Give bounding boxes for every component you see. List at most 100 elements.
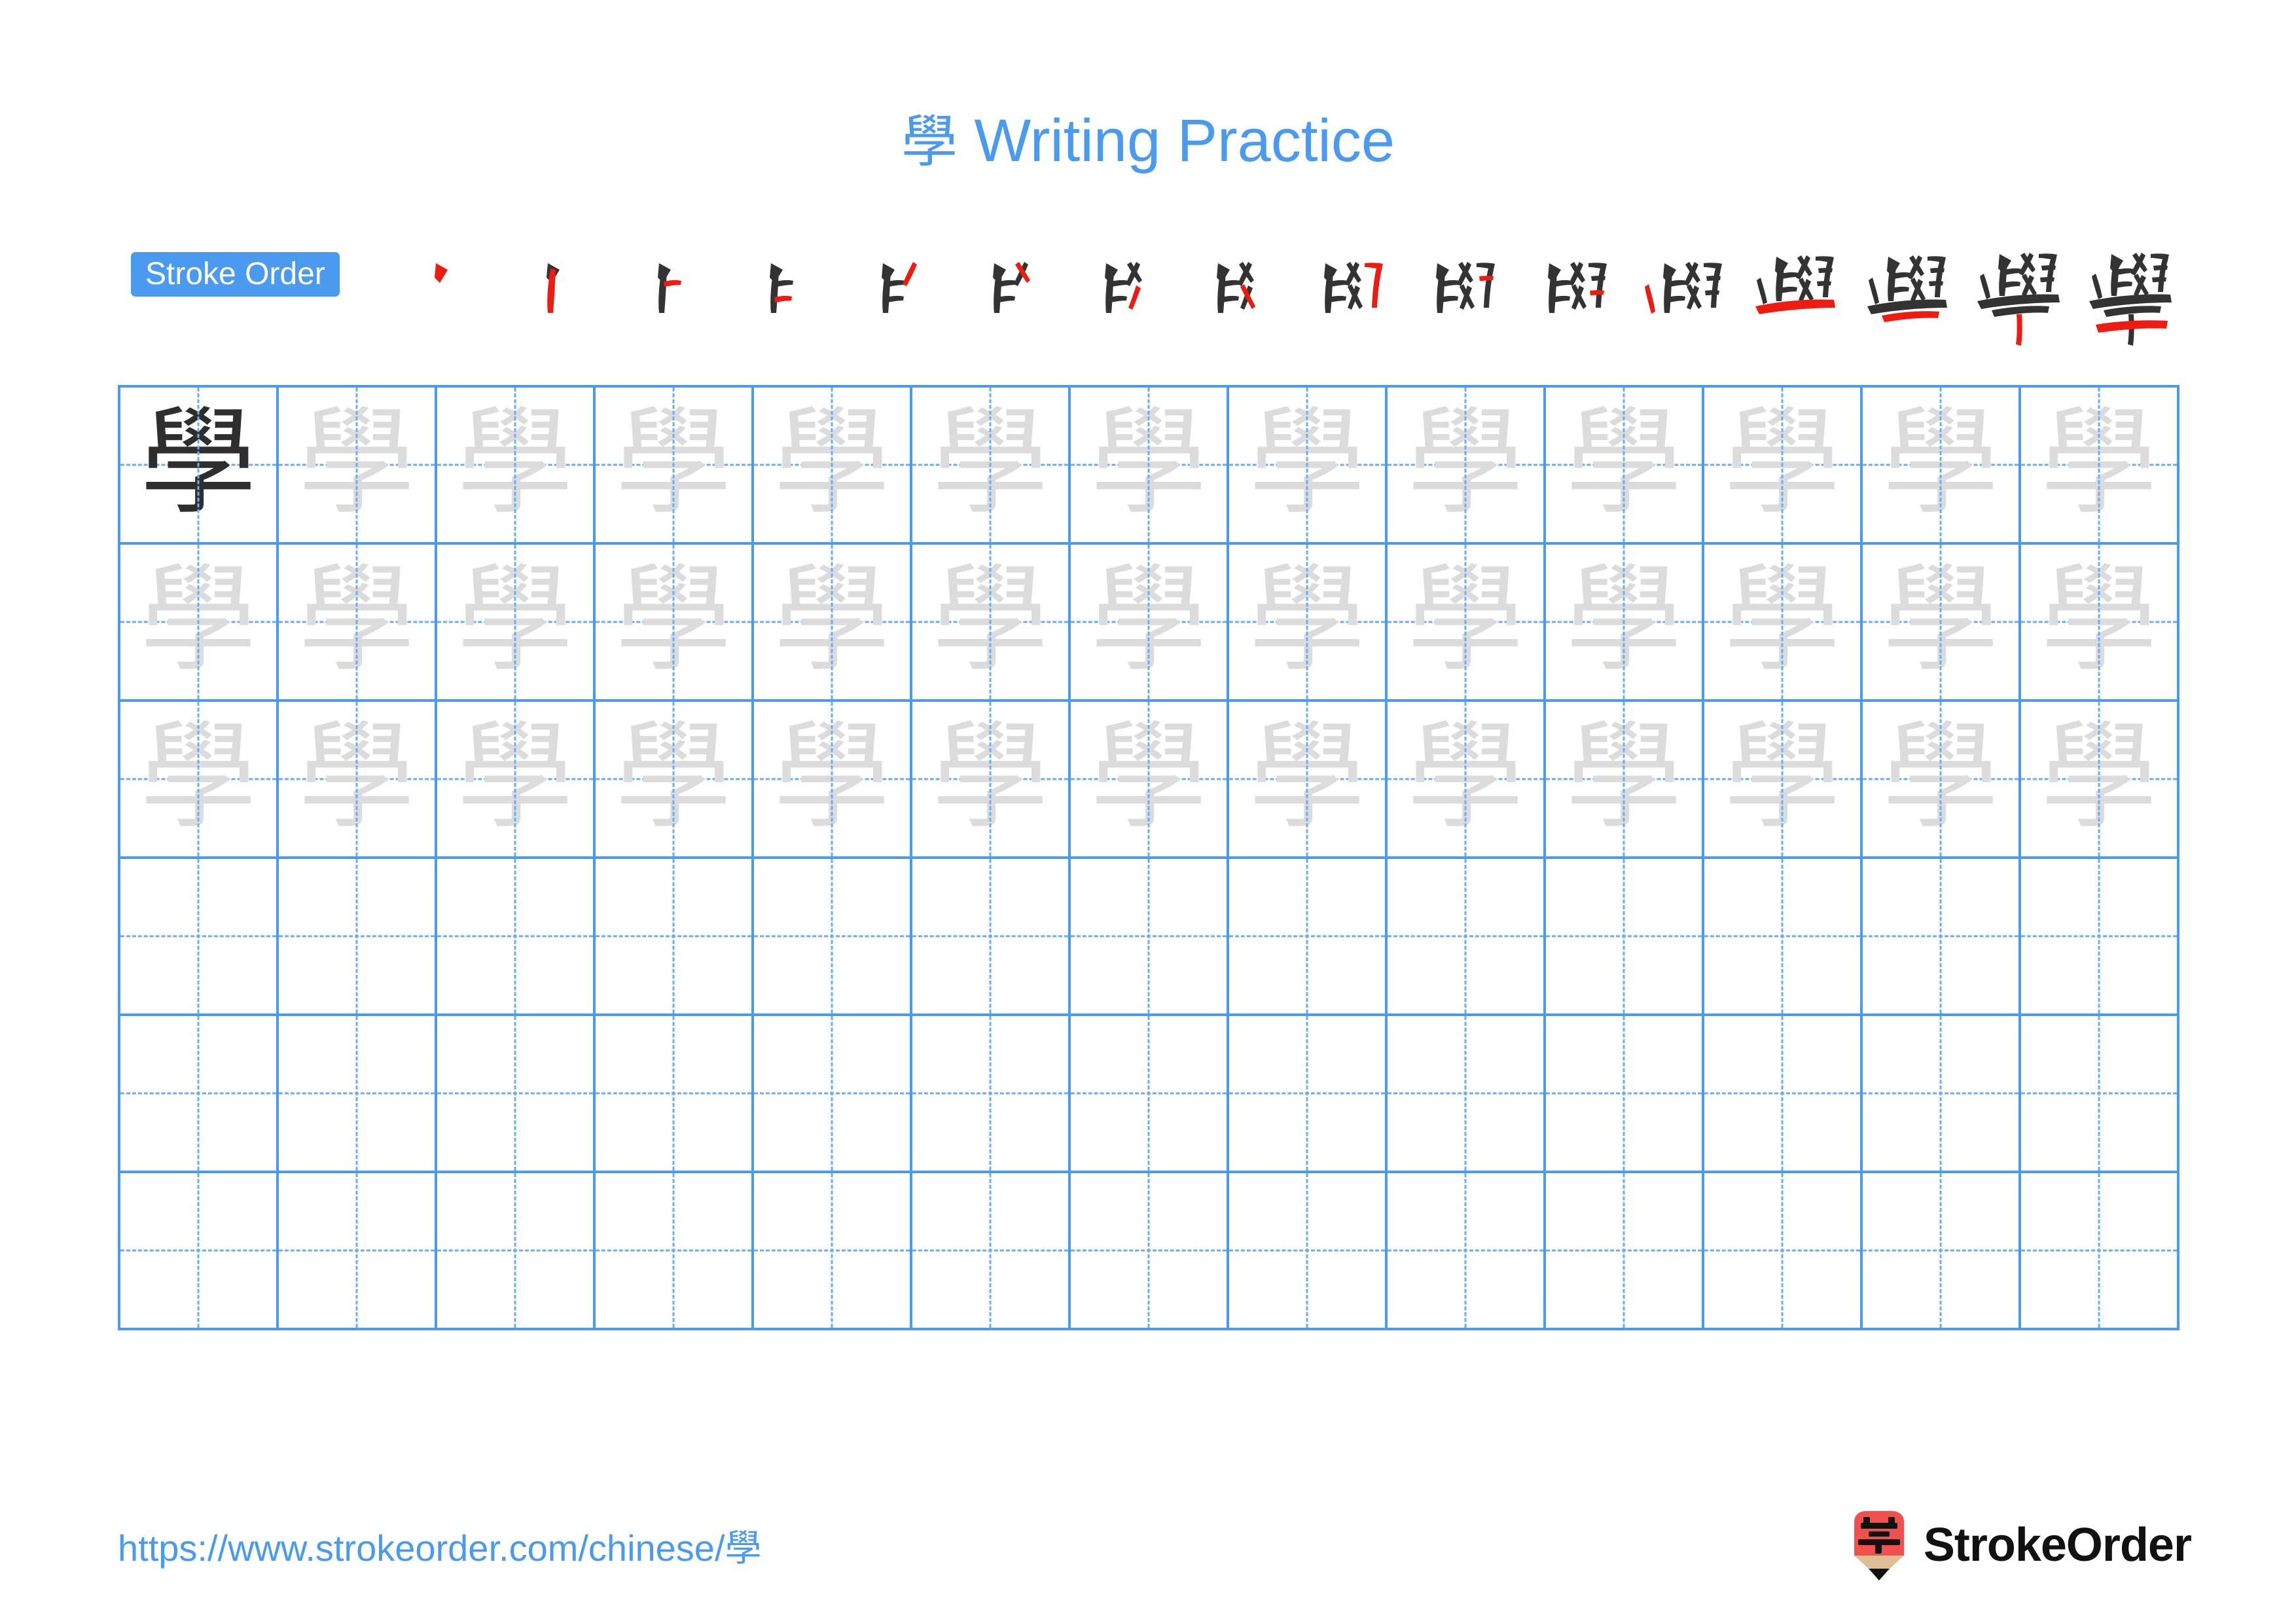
practice-cell[interactable] (1071, 1016, 1229, 1173)
practice-cell[interactable]: 學 (1388, 545, 1546, 702)
practice-cell[interactable]: 學 (1704, 702, 1863, 859)
trace-character: 學 (140, 552, 257, 687)
practice-cell[interactable]: 學 (279, 702, 437, 859)
practice-cell[interactable]: 學 (279, 388, 437, 545)
stroke-step-7 (1076, 229, 1174, 354)
practice-cell[interactable]: 學 (912, 702, 1071, 859)
practice-cell[interactable]: 學 (279, 545, 437, 702)
practice-cell[interactable] (1546, 1173, 1704, 1330)
trace-character: 學 (1724, 709, 1840, 845)
practice-cell[interactable] (1229, 1173, 1388, 1330)
practice-cell[interactable] (1388, 1016, 1546, 1173)
practice-cell[interactable] (279, 859, 437, 1016)
practice-cell[interactable] (279, 1016, 437, 1173)
practice-cell[interactable]: 學 (1704, 388, 1863, 545)
practice-cell[interactable]: 學 (2021, 545, 2179, 702)
trace-character: 學 (1090, 552, 1207, 687)
practice-cell[interactable]: 學 (2021, 702, 2179, 859)
practice-cell[interactable] (1863, 859, 2021, 1016)
practice-cell[interactable]: 學 (1071, 702, 1229, 859)
practice-cell[interactable]: 學 (120, 545, 279, 702)
practice-cell[interactable] (2021, 859, 2179, 1016)
stroke-step-5 (853, 229, 951, 354)
practice-cell[interactable]: 學 (1863, 702, 2021, 859)
practice-cell[interactable] (596, 859, 754, 1016)
stroke-step-4 (741, 229, 839, 354)
practice-cell[interactable] (1071, 859, 1229, 1016)
practice-cell[interactable] (437, 859, 596, 1016)
practice-cell[interactable]: 學 (754, 702, 912, 859)
stroke-order-section: Stroke Order (131, 252, 2179, 346)
stroke-order-step-list (406, 229, 2179, 354)
practice-cell[interactable]: 學 (1229, 545, 1388, 702)
practice-cell[interactable] (1863, 1173, 2021, 1330)
trace-character: 學 (1249, 395, 1365, 530)
practice-cell[interactable]: 學 (1704, 545, 1863, 702)
practice-cell[interactable]: 學 (1546, 545, 1704, 702)
practice-cell[interactable] (437, 1016, 596, 1173)
practice-cell[interactable] (1546, 859, 1704, 1016)
practice-cell[interactable] (1546, 1016, 1704, 1173)
practice-cell[interactable] (2021, 1016, 2179, 1173)
practice-cell[interactable] (912, 859, 1071, 1016)
practice-cell[interactable]: 學 (120, 702, 279, 859)
practice-cell[interactable] (1388, 859, 1546, 1016)
practice-cell[interactable]: 學 (1388, 702, 1546, 859)
practice-cell[interactable] (120, 1016, 279, 1173)
brand-name-text: StrokeOrder (1923, 1519, 2192, 1571)
brand-logo[interactable]: StrokeOrder (1849, 1506, 2192, 1584)
practice-cell[interactable] (1388, 1173, 1546, 1330)
practice-cell[interactable] (279, 1173, 437, 1330)
practice-cell[interactable]: 學 (1388, 388, 1546, 545)
practice-cell[interactable]: 學 (120, 388, 279, 545)
practice-cell[interactable] (1863, 1016, 2021, 1173)
practice-cell[interactable] (437, 1173, 596, 1330)
practice-cell[interactable]: 學 (437, 702, 596, 859)
practice-cell[interactable]: 學 (437, 388, 596, 545)
practice-cell[interactable]: 學 (1229, 702, 1388, 859)
page-title-character: 學 (901, 109, 958, 175)
practice-cell[interactable]: 學 (596, 545, 754, 702)
trace-character: 學 (298, 395, 415, 530)
practice-cell[interactable] (2021, 1173, 2179, 1330)
practice-cell[interactable]: 學 (2021, 388, 2179, 545)
practice-cell[interactable]: 學 (1863, 545, 2021, 702)
practice-cell[interactable] (596, 1016, 754, 1173)
practice-cell[interactable] (754, 1016, 912, 1173)
practice-cell[interactable] (912, 1173, 1071, 1330)
practice-cell[interactable] (120, 1173, 279, 1330)
trace-character: 學 (298, 709, 415, 845)
practice-cell[interactable]: 學 (1071, 545, 1229, 702)
trace-character: 學 (1407, 395, 1524, 530)
practice-cell[interactable]: 學 (1863, 388, 2021, 545)
practice-cell[interactable]: 學 (1546, 702, 1704, 859)
practice-cell[interactable]: 學 (912, 388, 1071, 545)
practice-cell[interactable] (912, 1016, 1071, 1173)
practice-cell[interactable]: 學 (754, 388, 912, 545)
practice-cell[interactable] (1704, 1016, 1863, 1173)
practice-cell[interactable] (1704, 1173, 1863, 1330)
page-title-suffix: Writing Practice (957, 107, 1395, 174)
practice-cell[interactable] (1229, 859, 1388, 1016)
practice-cell[interactable]: 學 (1229, 388, 1388, 545)
practice-cell[interactable] (120, 859, 279, 1016)
practice-grid-row (120, 859, 2179, 1016)
trace-character: 學 (1090, 395, 1207, 530)
practice-cell[interactable]: 學 (596, 702, 754, 859)
practice-cell[interactable] (754, 1173, 912, 1330)
practice-cell[interactable]: 學 (912, 545, 1071, 702)
practice-cell[interactable]: 學 (1071, 388, 1229, 545)
practice-cell[interactable] (1229, 1016, 1388, 1173)
practice-cell[interactable]: 學 (754, 545, 912, 702)
practice-cell[interactable]: 學 (1546, 388, 1704, 545)
practice-cell[interactable] (596, 1173, 754, 1330)
practice-grid-row: 學學學學學學學學學學學學學 (120, 388, 2179, 545)
practice-cell[interactable] (1071, 1173, 1229, 1330)
trace-character: 學 (1882, 552, 1999, 687)
practice-cell[interactable] (1704, 859, 1863, 1016)
practice-cell[interactable] (754, 859, 912, 1016)
practice-cell[interactable]: 學 (596, 388, 754, 545)
footer-source-url[interactable]: https://www.strokeorder.com/chinese/學 (118, 1525, 762, 1571)
practice-cell[interactable]: 學 (437, 545, 596, 702)
trace-character: 學 (932, 395, 1049, 530)
